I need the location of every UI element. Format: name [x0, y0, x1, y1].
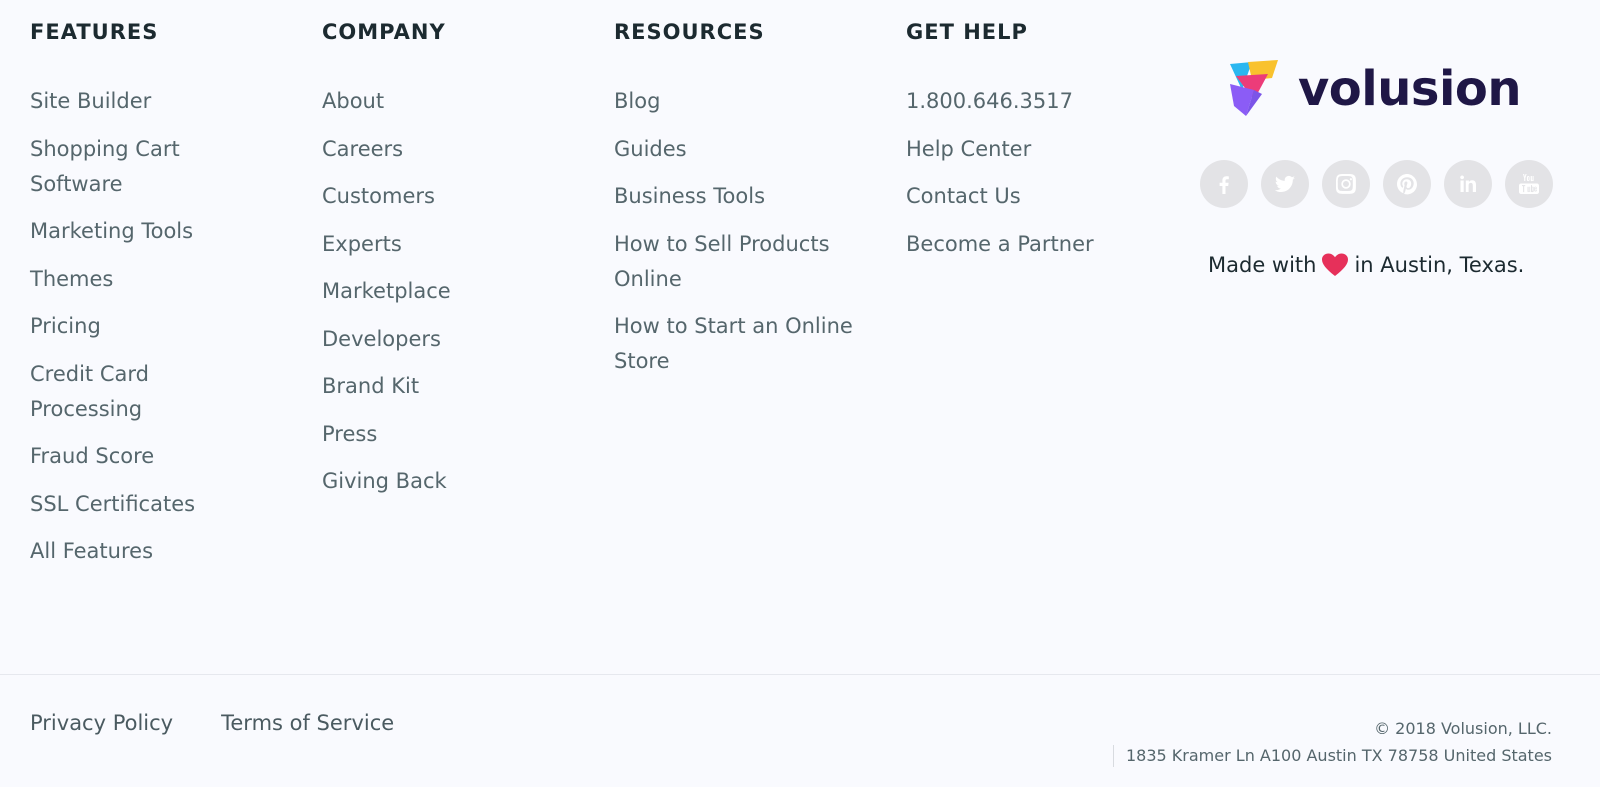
link-experts[interactable]: Experts	[322, 227, 572, 262]
link-careers[interactable]: Careers	[322, 132, 572, 167]
footer-column-features: FEATURES Site Builder Shopping Cart Soft…	[30, 18, 250, 582]
volusion-logo[interactable]: volusion	[1228, 60, 1522, 118]
linkedin-icon[interactable]	[1444, 160, 1492, 208]
facebook-icon[interactable]	[1200, 160, 1248, 208]
social-links	[1200, 160, 1566, 208]
column-heading-company: COMPANY	[322, 20, 446, 44]
company-address: 1835 Kramer Ln A100 Austin TX 78758 Unit…	[1113, 745, 1552, 767]
heart-icon	[1322, 253, 1349, 276]
made-with-text: Made with	[1208, 253, 1317, 277]
link-phone-number[interactable]: 1.800.646.3517	[906, 84, 1146, 119]
link-developers[interactable]: Developers	[322, 322, 572, 357]
legal-info: © 2018 Volusion, LLC. 1835 Kramer Ln A10…	[1113, 718, 1552, 767]
twitter-icon[interactable]	[1261, 160, 1309, 208]
link-guides[interactable]: Guides	[614, 132, 869, 167]
link-marketplace[interactable]: Marketplace	[322, 274, 572, 309]
column-heading-resources: RESOURCES	[614, 20, 765, 44]
link-giving-back[interactable]: Giving Back	[322, 464, 572, 499]
link-shopping-cart-software[interactable]: Shopping Cart Software	[30, 132, 250, 202]
column-heading-features: FEATURES	[30, 20, 159, 44]
link-themes[interactable]: Themes	[30, 262, 250, 297]
footer-column-resources: RESOURCES Blog Guides Business Tools How…	[614, 18, 869, 392]
austin-texas-text: in Austin, Texas.	[1354, 253, 1525, 277]
link-brand-kit[interactable]: Brand Kit	[322, 369, 572, 404]
link-contact-us[interactable]: Contact Us	[906, 179, 1146, 214]
link-pricing[interactable]: Pricing	[30, 309, 250, 344]
footer-divider	[0, 674, 1600, 675]
link-how-to-sell-products-online[interactable]: How to Sell Products Online	[614, 227, 869, 297]
footer-column-get-help: GET HELP 1.800.646.3517 Help Center Cont…	[906, 18, 1146, 274]
copyright-text: © 2018 Volusion, LLC.	[1374, 719, 1552, 738]
link-press[interactable]: Press	[322, 417, 572, 452]
link-help-center[interactable]: Help Center	[906, 132, 1146, 167]
link-how-to-start-online-store[interactable]: How to Start an Online Store	[614, 309, 869, 379]
link-blog[interactable]: Blog	[614, 84, 869, 119]
column-heading-get-help: GET HELP	[906, 20, 1028, 44]
link-become-a-partner[interactable]: Become a Partner	[906, 227, 1146, 262]
terms-of-service-link[interactable]: Terms of Service	[221, 711, 394, 735]
link-all-features[interactable]: All Features	[30, 534, 250, 569]
link-marketing-tools[interactable]: Marketing Tools	[30, 214, 250, 249]
link-site-builder[interactable]: Site Builder	[30, 84, 250, 119]
brand-wordmark: volusion	[1298, 61, 1522, 117]
link-about[interactable]: About	[322, 84, 572, 119]
volusion-logo-mark-icon	[1230, 60, 1278, 116]
instagram-icon[interactable]	[1322, 160, 1370, 208]
link-ssl-certificates[interactable]: SSL Certificates	[30, 487, 250, 522]
legal-links: Privacy Policy Terms of Service	[30, 711, 442, 735]
footer-column-company: COMPANY About Careers Customers Experts …	[322, 18, 572, 512]
link-credit-card-processing[interactable]: Credit Card Processing	[30, 357, 250, 427]
youtube-icon[interactable]	[1505, 160, 1553, 208]
link-fraud-score[interactable]: Fraud Score	[30, 439, 250, 474]
privacy-policy-link[interactable]: Privacy Policy	[30, 711, 173, 735]
link-customers[interactable]: Customers	[322, 179, 572, 214]
pinterest-icon[interactable]	[1383, 160, 1431, 208]
link-business-tools[interactable]: Business Tools	[614, 179, 869, 214]
made-in-austin-tagline: Made with in Austin, Texas.	[1208, 253, 1524, 277]
